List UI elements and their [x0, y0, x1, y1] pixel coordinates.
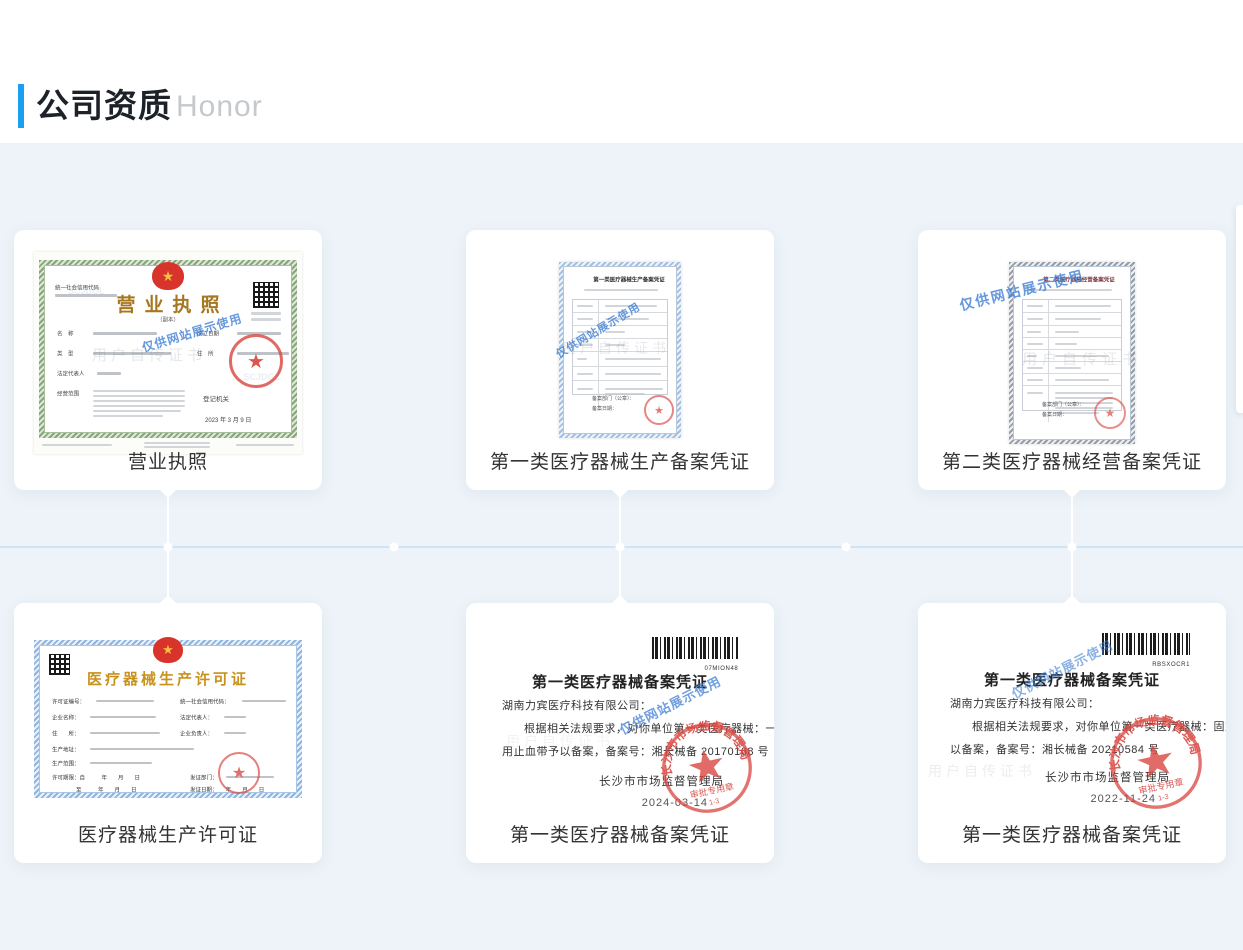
official-stamp: ★ [229, 334, 283, 388]
field-name-label: 名 称 [57, 329, 74, 337]
business-license-image: ★ 统一社会信用代码 营业执照 （副本） 名 称 类 型 法定代表人 [34, 252, 302, 454]
official-stamp: 长沙市市场监督管理局 审批专用章 1-3 [651, 712, 762, 823]
timeline-dot [842, 543, 851, 552]
watermark-user-upload: 用户自传证书 [928, 761, 1036, 781]
filing-date-label: 备案日期： [1042, 409, 1092, 427]
certificate-caption: 第二类医疗器械经营备案凭证 [918, 447, 1226, 474]
certificate-image: 第一类医疗器械生产备案凭证 备案部门（公章）： 备案日期： [559, 262, 681, 438]
certificate-image: 第二类医疗器械经营备案凭证 [1009, 262, 1135, 444]
field-label: 法定代表人： [180, 713, 213, 721]
field-label: 住 所： [52, 729, 80, 737]
filing-date-label: 备案日期： [592, 403, 642, 421]
card-production-license[interactable]: ★ 医疗器械生产许可证 许可证编号： 统一社会信用代码： 企业名称： 法定代表人… [14, 603, 322, 863]
field-label: 企业名称： [52, 713, 80, 721]
certificate-caption: 第一类医疗器械备案凭证 [918, 820, 1226, 847]
cert-table [572, 299, 668, 395]
card-class1-filing-tourniquet[interactable]: 07MION48 第一类医疗器械备案凭证 湖南力宾医疗科技有限公司： 根据相关法… [466, 603, 774, 863]
field-rep-label: 法定代表人 [57, 369, 85, 377]
issue-dept-label: 发证部门： [190, 773, 218, 781]
field-label: 统一社会信用代码： [180, 697, 230, 705]
company-line: 湖南力宾医疗科技有限公司： [502, 697, 652, 713]
field-label: 生产范围： [52, 759, 80, 767]
timeline-dot [390, 543, 399, 552]
field-addr-label: 住 所 [197, 349, 214, 357]
cert-border: 第二类医疗器械经营备案凭证 [1009, 262, 1135, 444]
section-subtitle: Honor [176, 86, 263, 128]
card-class1-filing-fixation-strap[interactable]: RBSXOCR1 第一类医疗器械备案凭证 湖南力宾医疗科技有限公司： 根据相关法… [918, 603, 1226, 863]
cert-title: 第一类医疗器械备案凭证 [918, 669, 1226, 690]
validity-to: 至 年 月 日 [76, 785, 137, 793]
official-stamp: ★ [218, 752, 260, 794]
official-stamp: 长沙市市场监督管理局 审批专用章 1-3 [1099, 706, 1213, 820]
svg-text:1-3: 1-3 [1157, 792, 1169, 803]
card-class1-production-filing[interactable]: 第一类医疗器械生产备案凭证 备案部门（公章）： 备案日期： [466, 230, 774, 490]
national-emblem-icon: ★ [153, 637, 183, 663]
issuer-label: 登记机关 [203, 393, 229, 403]
section-header: 公司资质 Honor [0, 0, 1243, 143]
scrollbar-thumb[interactable] [1236, 205, 1243, 413]
timeline-dot [616, 543, 625, 552]
section-title: 公司资质 [36, 84, 172, 128]
cert-border: 第一类医疗器械生产备案凭证 备案部门（公章）： 备案日期： [559, 262, 681, 438]
qr-code [253, 282, 279, 308]
certificate-caption: 第一类医疗器械生产备案凭证 [466, 447, 774, 474]
validity-from: 许可期限：自 年 月 日 [52, 773, 140, 781]
certificate-caption: 医疗器械生产许可证 [14, 820, 322, 847]
accent-bar [18, 84, 24, 128]
cert-table [1022, 299, 1122, 411]
certificate-caption: 第一类医疗器械备案凭证 [466, 820, 774, 847]
national-emblem-icon: ★ [152, 262, 184, 290]
cert-ornate-border: ★ 统一社会信用代码 营业执照 （副本） 名 称 类 型 法定代表人 [39, 260, 297, 438]
card-class2-operation-filing[interactable]: 第二类医疗器械经营备案凭证 [918, 230, 1226, 490]
field-type-label: 类 型 [57, 349, 74, 357]
field-founded-label: 成立日期 [197, 329, 219, 337]
field-label: 企业负责人： [180, 729, 213, 737]
barcode [1102, 633, 1190, 655]
timeline-dot [164, 543, 173, 552]
certificate-caption: 营业执照 [14, 447, 322, 474]
timeline-dot [1068, 543, 1077, 552]
company-line: 湖南力宾医疗科技有限公司： [950, 695, 1100, 711]
barcode [652, 637, 738, 659]
issue-date: 2023 年 3 月 9 日 [205, 415, 251, 424]
certificate-image: ★ 医疗器械生产许可证 许可证编号： 统一社会信用代码： 企业名称： 法定代表人… [34, 640, 302, 798]
official-stamp: ★ [1094, 397, 1126, 429]
field-label: 许可证编号： [52, 697, 85, 705]
field-label: 生产地址： [52, 745, 80, 753]
cert-title: 第一类医疗器械备案凭证 [466, 671, 774, 692]
card-business-license[interactable]: ★ 统一社会信用代码 营业执照 （副本） 名 称 类 型 法定代表人 [14, 230, 322, 490]
cert-border: ★ 医疗器械生产许可证 许可证编号： 统一社会信用代码： 企业名称： 法定代表人… [34, 640, 302, 798]
company-honor-page: 公司资质 Honor ★ 统一社会信用代码 营业执照 （副本） [0, 0, 1243, 950]
cert-title: 医疗器械生产许可证 [40, 668, 296, 689]
official-stamp: ★ [644, 395, 674, 425]
svg-text:审批专用章: 审批专用章 [689, 780, 735, 800]
field-scope-label: 经营范围 [57, 389, 79, 397]
svg-text:1-3: 1-3 [709, 798, 720, 807]
